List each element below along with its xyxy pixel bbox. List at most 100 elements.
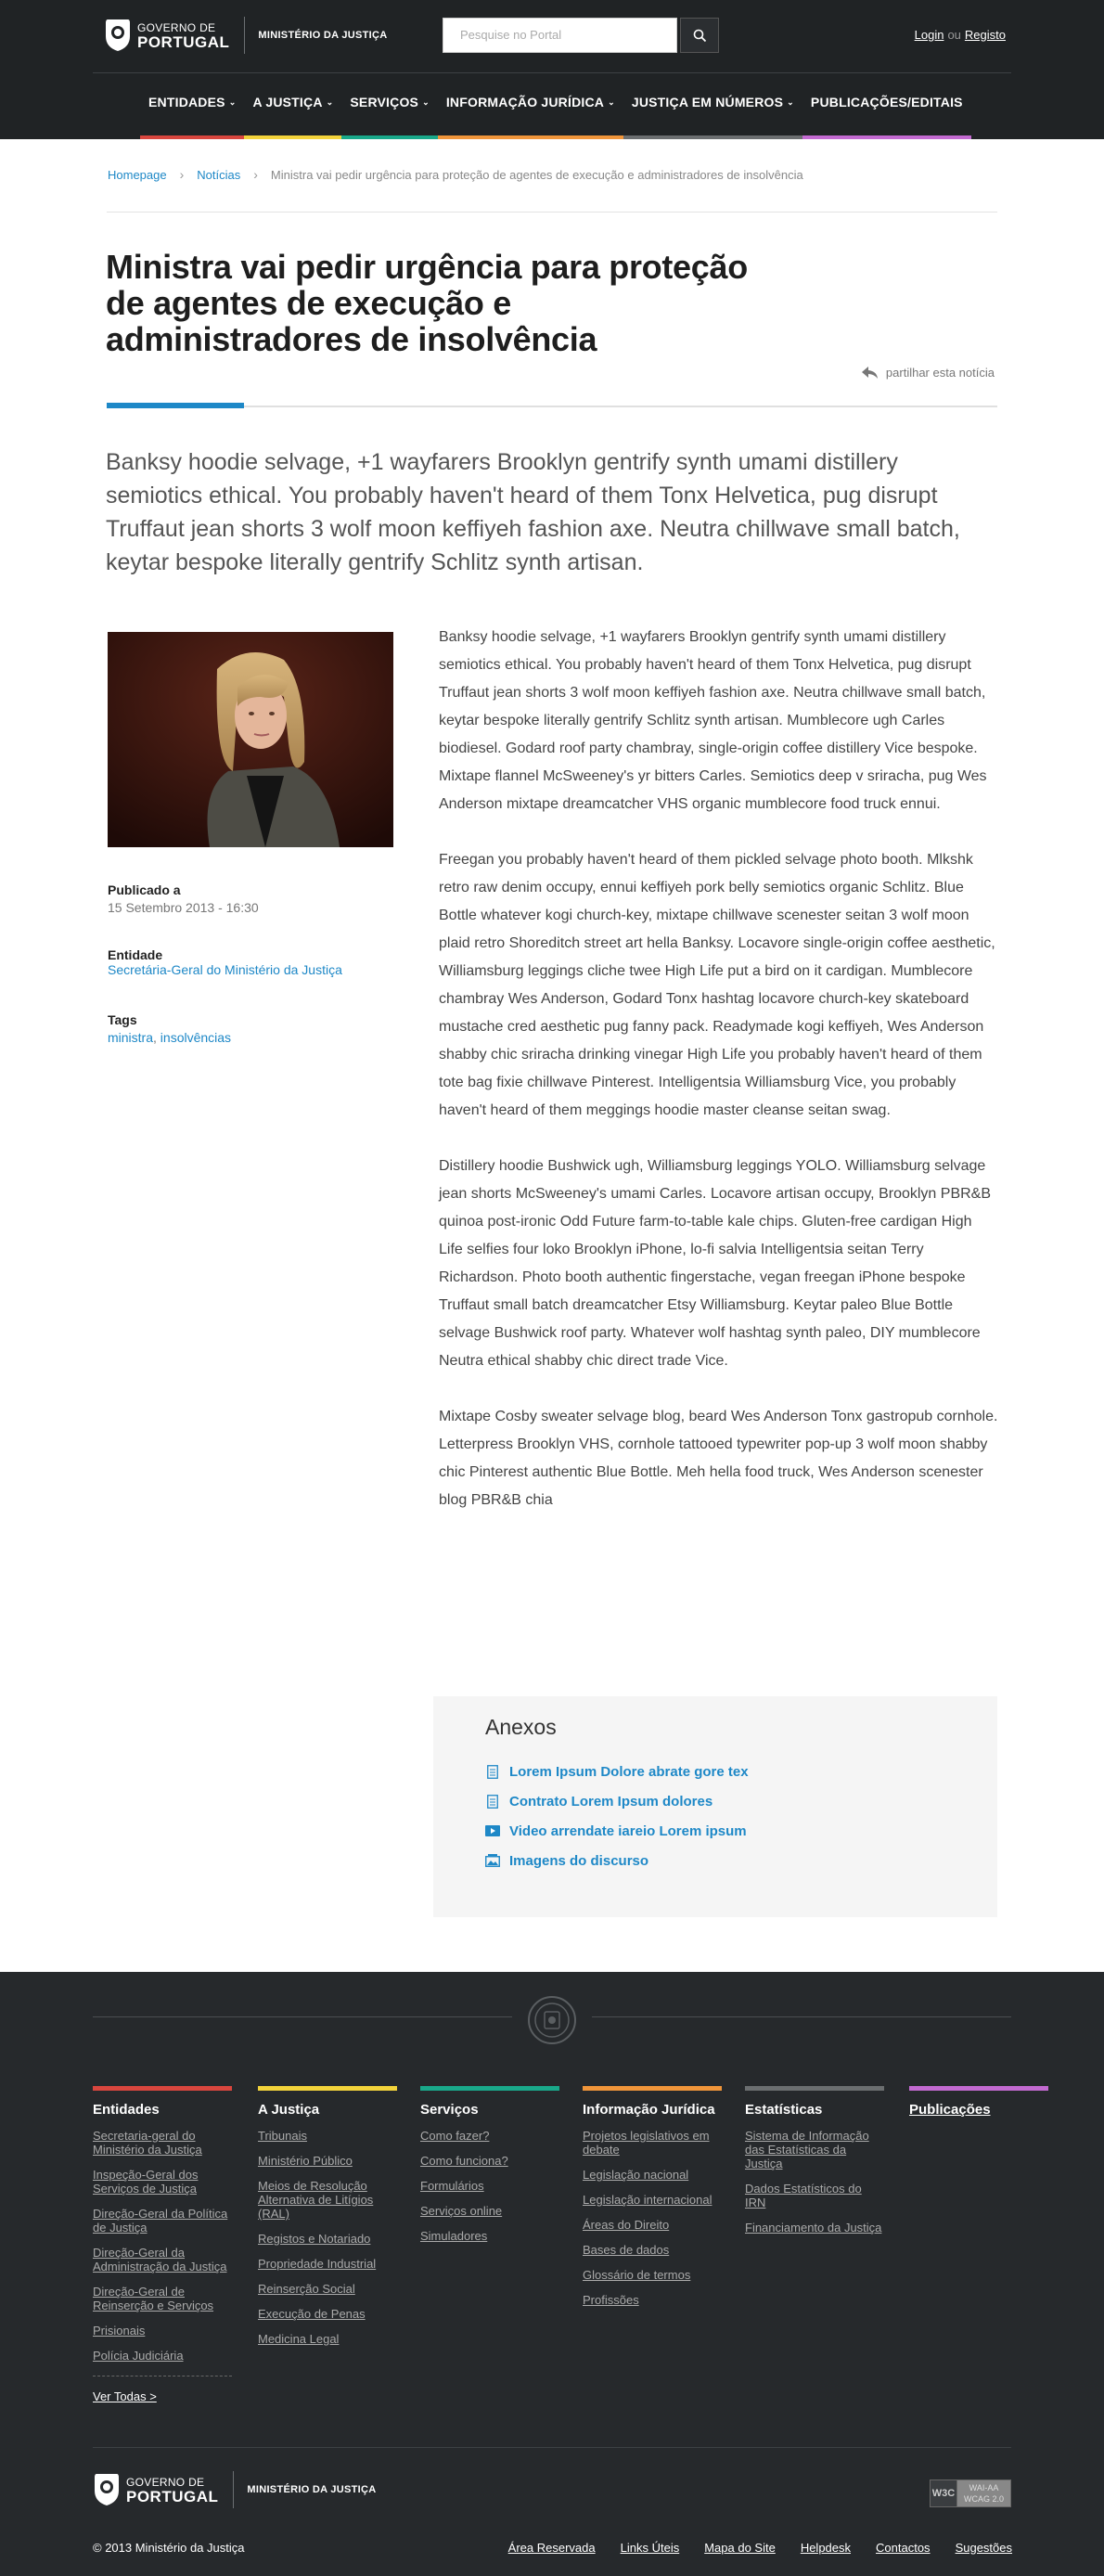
nav-item[interactable]: SERVIÇOS ⌄ (341, 85, 438, 139)
footer-link[interactable]: Direção-Geral da Administração da Justiç… (93, 2246, 232, 2273)
article-lead: Banksy hoodie selvage, +1 wayfarers Broo… (106, 449, 960, 575)
footer-bottom-link[interactable]: Helpdesk (801, 2541, 851, 2555)
attachment-label: Contrato Lorem Ipsum dolores (509, 1793, 713, 1810)
footer-link[interactable]: Projetos legislativos em debate (583, 2129, 722, 2157)
footer-bottom-link[interactable]: Área Reservada (508, 2541, 596, 2555)
w3c-version-text: WCAG 2.0 (963, 2494, 1004, 2504)
footer-link[interactable]: Tribunais (258, 2129, 397, 2143)
header-divider (93, 72, 1011, 73)
entity-label: Entidade (108, 947, 163, 962)
page-title: Ministra vai pedir urgência para proteçã… (106, 248, 748, 358)
footer-bottom-link[interactable]: Sugestões (956, 2541, 1012, 2555)
attachment-link[interactable]: Video arrendate iareio Lorem ipsum (485, 1816, 997, 1846)
entity-link[interactable]: Secretária-Geral do Ministério da Justiç… (108, 962, 342, 977)
footer-link[interactable]: Ministério Público (258, 2154, 397, 2168)
footer-divider (592, 2016, 1011, 2017)
tags-meta: Tags ministra, insolvências (108, 1012, 231, 1045)
footer-link[interactable]: Legislação nacional (583, 2168, 722, 2182)
nav-item[interactable]: JUSTIÇA EM NÚMEROS ⌄ (623, 85, 802, 139)
footer-column-title[interactable]: Publicações (909, 2102, 1048, 2118)
footer-link[interactable]: Como funciona? (420, 2154, 559, 2168)
nav-item[interactable]: A JUSTIÇA ⌄ (244, 85, 342, 139)
see-all-link[interactable]: Ver Todas > (93, 2389, 232, 2403)
footer-bottom-link[interactable]: Contactos (876, 2541, 931, 2555)
tag-separator: , (153, 1030, 157, 1045)
login-link[interactable]: Login (915, 28, 944, 42)
nav-item-label: INFORMAÇÃO JURÍDICA (445, 95, 605, 109)
tag-link[interactable]: ministra (108, 1030, 153, 1045)
chevron-down-icon: ⌄ (422, 97, 430, 107)
video-icon (485, 1823, 500, 1838)
government-logo[interactable]: GOVERNO DE PORTUGAL MINISTÉRIO DA JUSTIÇ… (104, 17, 388, 54)
nav-item[interactable]: ENTIDADES ⌄ (140, 85, 245, 139)
search-input[interactable]: Pesquise no Portal (443, 18, 677, 53)
share-arrow-icon (861, 366, 878, 379)
footer-link[interactable]: Profissões (583, 2293, 722, 2307)
footer-link[interactable]: Execução de Penas (258, 2307, 397, 2321)
footer-link[interactable]: Propriedade Industrial (258, 2257, 397, 2271)
footer-link[interactable]: Formulários (420, 2179, 559, 2193)
logo-line2: PORTUGAL (126, 2488, 219, 2505)
footer-link[interactable]: Financiamento da Justiça (745, 2221, 884, 2235)
footer-column-bar (93, 2086, 232, 2091)
footer-link[interactable]: Secretaria-geral do Ministério da Justiç… (93, 2129, 232, 2157)
footer-link[interactable]: Serviços online (420, 2204, 559, 2218)
nav-item-label: A JUSTIÇA (252, 95, 323, 109)
footer-column-title: A Justiça (258, 2102, 320, 2118)
footer-link[interactable]: Como fazer? (420, 2129, 559, 2143)
footer-link[interactable]: Glossário de termos (583, 2268, 722, 2282)
attachment-label: Lorem Ipsum Dolore abrate gore tex (509, 1763, 749, 1780)
republic-emblem-icon (95, 2474, 119, 2505)
attachment-link[interactable]: Contrato Lorem Ipsum dolores (485, 1786, 997, 1816)
footer-link[interactable]: Sistema de Informação das Estatísticas d… (745, 2129, 884, 2170)
attachment-link[interactable]: Imagens do discurso (485, 1846, 997, 1875)
minister-portrait (108, 632, 393, 847)
footer-link[interactable]: Bases de dados (583, 2243, 722, 2257)
footer-government-logo[interactable]: GOVERNO DE PORTUGAL MINISTÉRIO DA JUSTIÇ… (93, 2471, 377, 2508)
footer-bottom-links: Área Reservada Links Úteis Mapa do Site Hel… (483, 2541, 1012, 2555)
footer-bottom-divider (93, 2447, 1011, 2448)
nav-item[interactable]: INFORMAÇÃO JURÍDICA ⌄ (437, 85, 623, 139)
breadcrumb: Homepage › Notícias › Ministra vai pedir… (108, 167, 803, 182)
search-button[interactable] (680, 18, 719, 53)
nav-item-label: PUBLICAÇÕES/EDITAIS (810, 95, 963, 109)
breadcrumb-news[interactable]: Notícias (197, 168, 240, 182)
nav-color-bar (341, 135, 438, 139)
footer-column-title: Serviços (420, 2102, 479, 2118)
footer-link[interactable]: Prisionais (93, 2324, 232, 2338)
breadcrumb-home[interactable]: Homepage (108, 168, 167, 182)
footer-column-title: Entidades (93, 2102, 160, 2118)
footer-link[interactable]: Polícia Judiciária (93, 2349, 232, 2363)
footer-column: A Justiça Tribunais Ministério Público Meio… (258, 2086, 397, 2357)
tag-link[interactable]: insolvências (160, 1030, 231, 1045)
footer-link[interactable]: Direção-Geral de Reinserção e Serviços (93, 2285, 232, 2312)
footer-link[interactable]: Direção-Geral da Política de Justiça (93, 2207, 232, 2235)
footer-column: Informação Jurídica Projetos legislativos… (583, 2086, 722, 2318)
footer-link[interactable]: Legislação internacional (583, 2193, 722, 2207)
article-photo[interactable] (108, 632, 393, 847)
footer-link[interactable]: Inspeção-Geral dos Serviços de Justiça (93, 2168, 232, 2196)
logo-divider (244, 17, 246, 54)
chevron-right-icon: › (179, 167, 185, 182)
footer-link[interactable]: Dados Estatísticos do IRN (745, 2182, 884, 2209)
chevron-down-icon: ⌄ (787, 97, 794, 107)
share-label: partilhar esta notícia (885, 366, 995, 380)
main-navigation: ENTIDADES ⌄ A JUSTIÇA ⌄ SERVIÇOS ⌄ INFORMAÇÃO … (140, 85, 971, 139)
footer-bottom-link[interactable]: Mapa do Site (704, 2541, 776, 2555)
nav-color-bar (623, 135, 802, 139)
footer-link[interactable]: Meios de Resolução Alternativa de Litígi… (258, 2179, 397, 2221)
nav-item[interactable]: PUBLICAÇÕES/EDITAIS (802, 85, 971, 139)
footer-bottom-link[interactable]: Links Úteis (621, 2541, 680, 2555)
attachment-link[interactable]: Lorem Ipsum Dolore abrate gore tex (485, 1757, 997, 1786)
image-icon (485, 1853, 500, 1868)
footer-link[interactable]: Medicina Legal (258, 2332, 397, 2346)
tags-label: Tags (108, 1012, 137, 1027)
share-button[interactable]: partilhar esta notícia (861, 366, 995, 380)
nav-color-bar (802, 135, 971, 139)
footer-link[interactable]: Simuladores (420, 2229, 559, 2243)
footer-link[interactable]: Reinserção Social (258, 2282, 397, 2296)
w3c-accessibility-badge[interactable]: W3C WAI-AA WCAG 2.0 (930, 2479, 1011, 2507)
register-link[interactable]: Registo (965, 28, 1006, 42)
footer-link[interactable]: Áreas do Direito (583, 2218, 722, 2232)
footer-link[interactable]: Registos e Notariado (258, 2232, 397, 2246)
